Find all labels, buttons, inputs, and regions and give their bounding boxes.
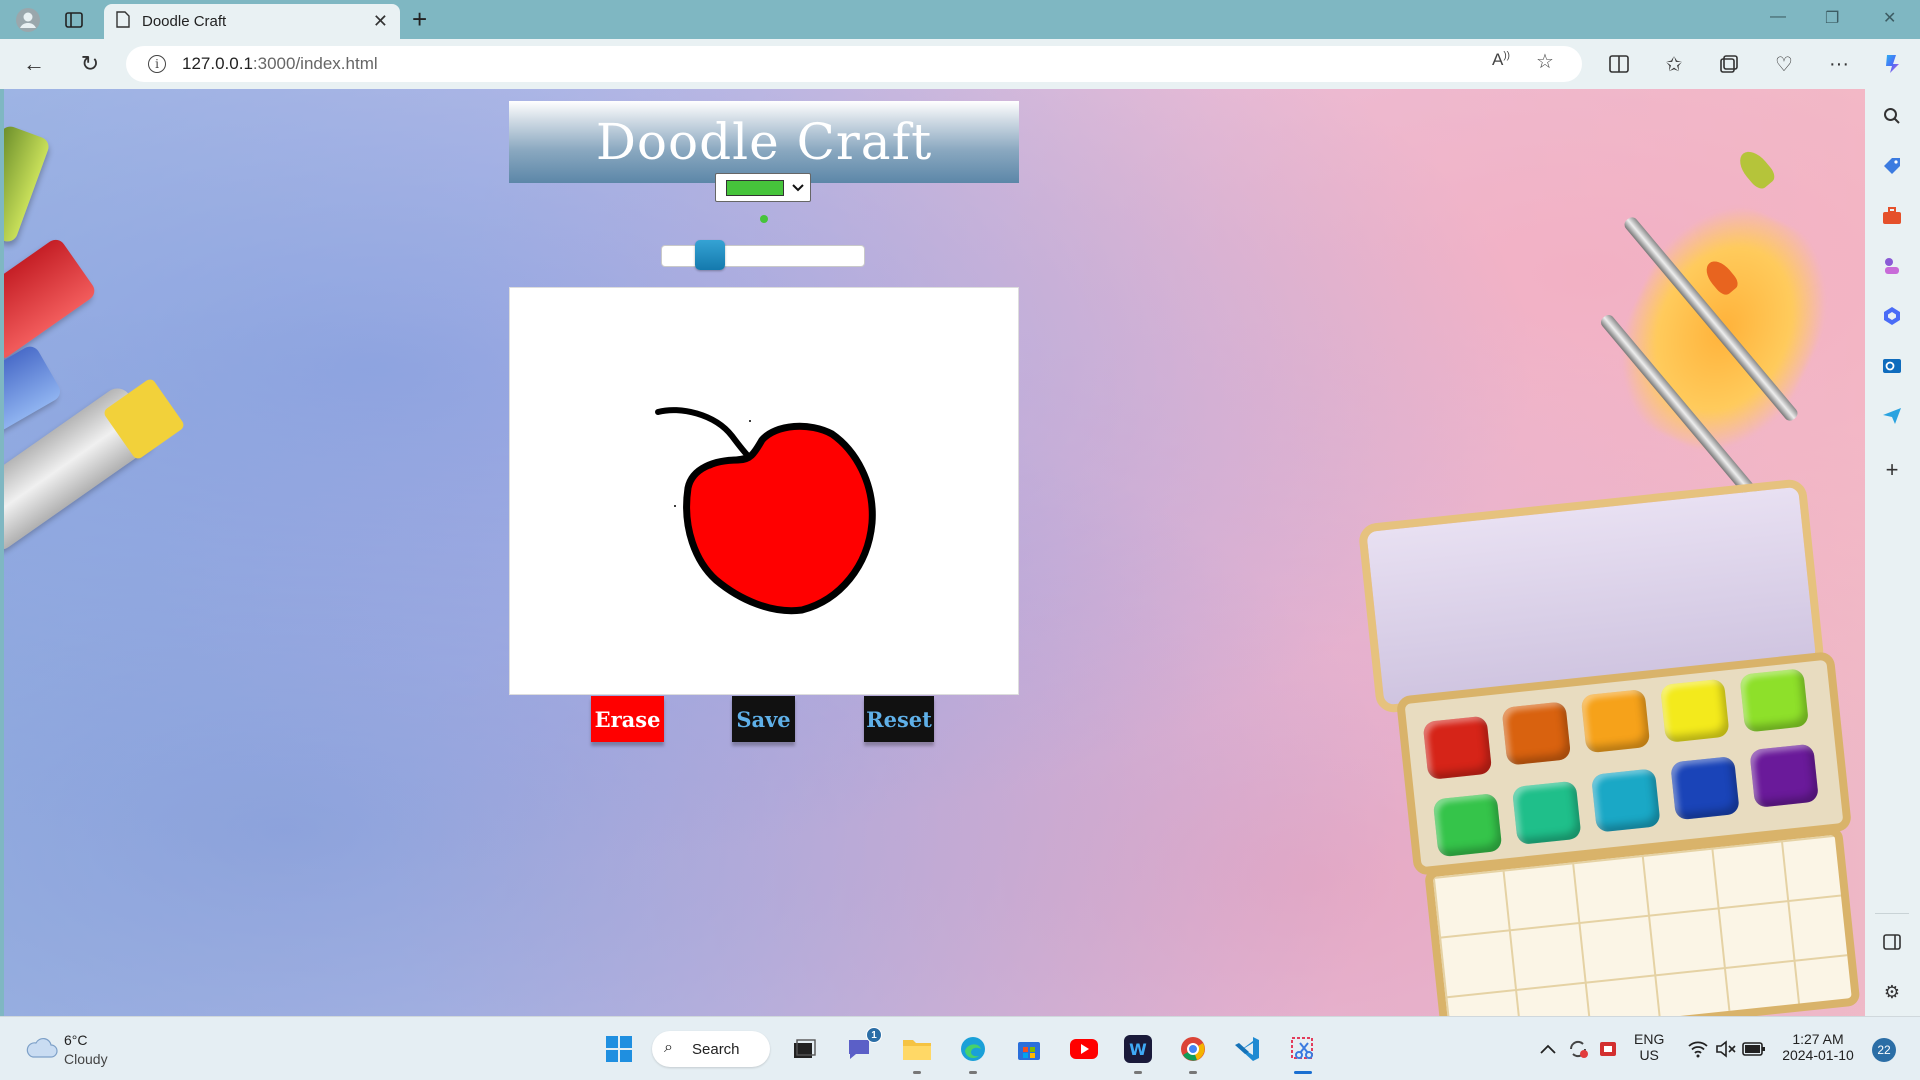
restore-button[interactable]: ❐	[1825, 8, 1839, 28]
language-indicator[interactable]: ENG US	[1634, 1031, 1664, 1063]
sidebar-divider	[1875, 913, 1909, 914]
microsoft-store-icon[interactable]	[1011, 1031, 1047, 1067]
taskbar-search[interactable]: ⌕ Search	[652, 1031, 770, 1067]
profile-icon[interactable]	[14, 6, 42, 34]
collections-icon[interactable]	[1716, 51, 1742, 77]
lang-bottom: US	[1639, 1047, 1659, 1063]
chevron-down-icon	[792, 181, 804, 195]
clock[interactable]: 1:27 AM 2024-01-10	[1780, 1031, 1856, 1063]
tab-title: Doodle Craft	[142, 13, 227, 30]
outlook-icon[interactable]	[1879, 353, 1905, 379]
task-view-icon[interactable]	[786, 1031, 822, 1067]
app-header: Doodle Craft	[509, 101, 1019, 183]
svg-text:W: W	[1129, 1040, 1147, 1059]
refresh-button[interactable]: ↻	[76, 50, 104, 78]
chat-badge: 1	[866, 1027, 882, 1043]
settings-gear-icon[interactable]: ⚙	[1879, 979, 1905, 1005]
app-tray-icon[interactable]	[1590, 1031, 1626, 1067]
battery-icon[interactable]	[1736, 1031, 1772, 1067]
copilot-icon[interactable]	[1880, 51, 1906, 77]
favorite-star-icon[interactable]: ☆	[1536, 49, 1554, 74]
add-icon[interactable]: +	[1879, 457, 1905, 483]
lang-top: ENG	[1634, 1031, 1665, 1047]
weather-temp[interactable]: 6°C	[64, 1032, 88, 1048]
reset-button[interactable]: Reset	[864, 696, 934, 742]
hide-sidebar-icon[interactable]	[1879, 929, 1905, 955]
weather-desc[interactable]: Cloudy	[64, 1051, 108, 1067]
send-icon[interactable]	[1879, 403, 1905, 429]
save-button[interactable]: Save	[732, 696, 795, 742]
color-select[interactable]	[715, 173, 811, 202]
browser-essentials-icon[interactable]: ♡	[1771, 51, 1797, 77]
slider-thumb[interactable]	[695, 240, 725, 270]
app-title: Doodle Craft	[595, 113, 933, 171]
page-icon	[116, 11, 130, 32]
close-window-button[interactable]: ✕	[1883, 8, 1896, 28]
more-options-icon[interactable]: ···	[1826, 51, 1852, 77]
brush-preview-dot	[760, 215, 768, 223]
watercolor-palette-decoration	[1357, 476, 1865, 1016]
youtube-icon[interactable]	[1066, 1031, 1102, 1067]
split-screen-icon[interactable]	[1606, 51, 1632, 77]
close-tab-icon[interactable]: ✕	[373, 11, 388, 32]
address-bar[interactable]: i 127.0.0.1:3000/index.html A)) ☆	[126, 46, 1582, 82]
windows-taskbar: 6°C Cloudy ⌕ Search 1 W ENG US 1:27 AM 2…	[0, 1016, 1920, 1080]
minimize-button[interactable]: —	[1770, 8, 1786, 26]
active-tab[interactable]: Doodle Craft ✕	[104, 4, 400, 39]
url-host: 127.0.0.1	[182, 54, 253, 73]
start-button[interactable]	[601, 1031, 637, 1067]
edge-browser-icon[interactable]	[955, 1031, 991, 1074]
edge-sidebar: + ⚙	[1865, 89, 1920, 1016]
browser-toolbar: ← ↻ i 127.0.0.1:3000/index.html A)) ☆ ✩ …	[0, 39, 1920, 89]
search-icon[interactable]	[1879, 103, 1905, 129]
url-path: :3000/index.html	[252, 54, 378, 73]
read-aloud-icon[interactable]: A))	[1492, 50, 1510, 70]
tab-actions-icon[interactable]	[60, 6, 88, 34]
webex-icon[interactable]: W	[1120, 1031, 1156, 1074]
chat-icon[interactable]: 1	[842, 1027, 882, 1067]
search-icon: ⌕	[664, 1039, 673, 1056]
search-label: Search	[692, 1040, 740, 1058]
chrome-icon[interactable]	[1175, 1031, 1211, 1074]
browser-tab-bar: Doodle Craft ✕ + — ❐ ✕	[0, 0, 1920, 39]
apple-drawing	[655, 407, 876, 615]
clock-date: 2024-01-10	[1782, 1047, 1854, 1063]
games-icon[interactable]	[1879, 253, 1905, 279]
site-info-icon[interactable]: i	[148, 55, 166, 73]
notification-count[interactable]: 22	[1872, 1038, 1896, 1062]
erase-button[interactable]: Erase	[591, 696, 664, 742]
snipping-tool-icon[interactable]	[1285, 1031, 1321, 1074]
file-explorer-icon[interactable]	[899, 1031, 935, 1074]
new-tab-button[interactable]: +	[412, 6, 427, 32]
page-viewport: Doodle Craft Erase Save Reset	[4, 89, 1865, 1016]
shopping-tag-icon[interactable]	[1879, 153, 1905, 179]
favorites-icon[interactable]: ✩	[1661, 51, 1687, 77]
drawing-canvas[interactable]	[509, 287, 1019, 695]
vscode-icon[interactable]	[1229, 1031, 1265, 1067]
clock-time: 1:27 AM	[1792, 1031, 1844, 1047]
toolbox-icon[interactable]	[1879, 203, 1905, 229]
microsoft-365-icon[interactable]	[1879, 303, 1905, 329]
cloud-icon[interactable]	[24, 1037, 58, 1058]
back-button[interactable]: ←	[20, 50, 48, 78]
brush-size-slider[interactable]	[661, 240, 865, 270]
selected-color-swatch	[726, 179, 784, 196]
